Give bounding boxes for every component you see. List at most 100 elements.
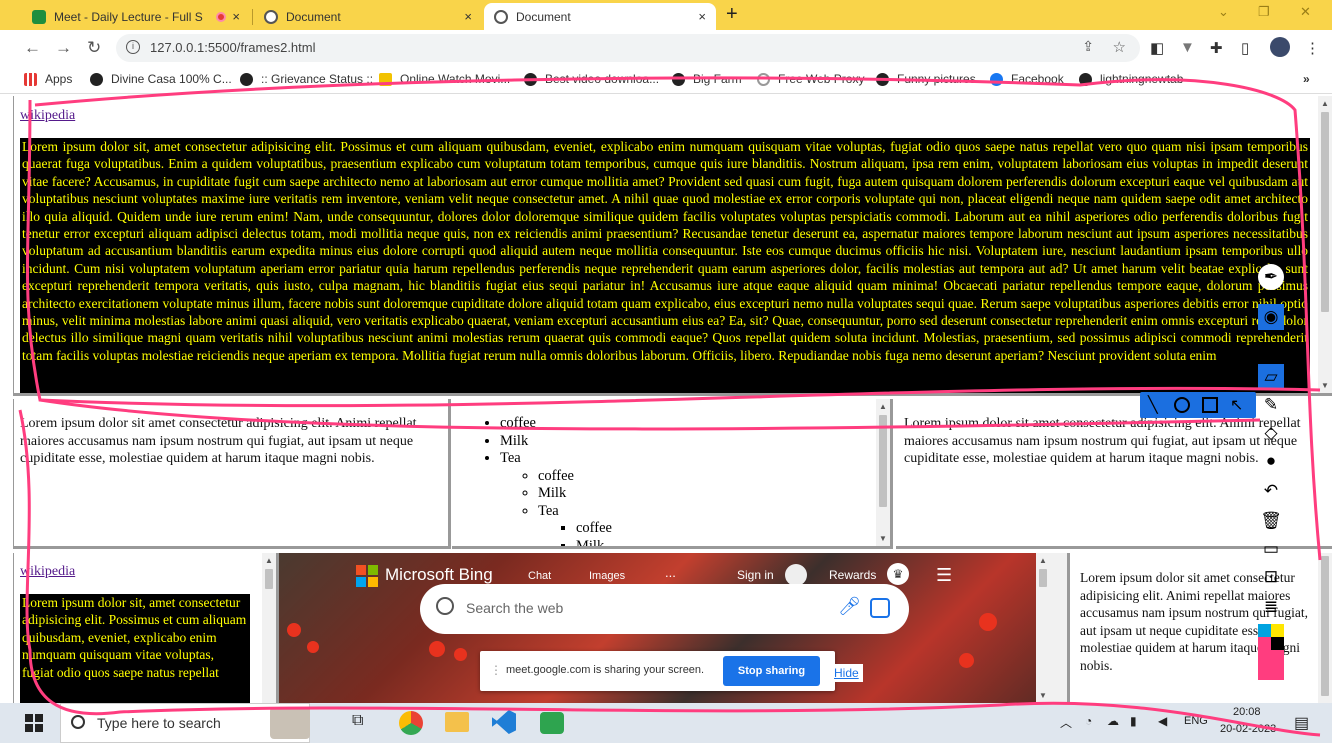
task-view-icon[interactable]: ⧉ <box>352 712 363 730</box>
close-window-icon[interactable]: ✕ <box>1300 4 1311 20</box>
scroll-thumb[interactable] <box>1321 112 1329 312</box>
close-icon[interactable]: × <box>464 9 472 24</box>
cloud-icon[interactable]: ☁ <box>1107 714 1119 728</box>
bookmark-video-downloader[interactable]: Best video downloa... <box>524 72 659 86</box>
scroll-thumb[interactable] <box>879 415 887 507</box>
bing-search-placeholder[interactable]: Search the web <box>466 600 563 616</box>
url-text[interactable]: 127.0.0.1:5500/frames2.html <box>150 40 316 55</box>
bing-sign-in[interactable]: Sign in <box>737 568 774 582</box>
bookmark-apps[interactable]: Apps <box>24 72 72 86</box>
clock-time[interactable]: 20:08 <box>1233 706 1261 718</box>
bing-search-box[interactable]: Search the web 🎤︎ <box>420 584 909 634</box>
line-tool-icon[interactable]: ╲ <box>1148 395 1158 414</box>
user-icon[interactable] <box>785 564 807 586</box>
share-icon[interactable]: ⇪ <box>1082 39 1094 55</box>
undo-icon[interactable]: ↶ <box>1258 478 1284 504</box>
bing-nav-chat[interactable]: Chat <box>528 570 551 582</box>
scrollbar[interactable] <box>1318 553 1332 703</box>
reload-icon[interactable]: ↻ <box>87 38 101 58</box>
wikipedia-link[interactable]: wikipedia <box>20 564 75 579</box>
bookmarks-more-button[interactable]: » <box>1303 72 1310 86</box>
scrollbar[interactable]: ▲ ▼ <box>876 399 890 546</box>
avatar[interactable] <box>1270 37 1290 57</box>
vscode-icon[interactable] <box>492 710 516 734</box>
scroll-down-icon[interactable]: ▼ <box>1321 381 1329 390</box>
notifications-icon[interactable]: ▤ <box>1294 713 1309 733</box>
tab-meet[interactable]: Meet - Daily Lecture - Full S × <box>22 3 250 30</box>
chevron-up-icon[interactable]: ︿ <box>1060 714 1072 731</box>
chevron-down-icon[interactable]: ⌄ <box>1218 4 1229 20</box>
pencil-icon[interactable]: ✎ <box>1258 392 1284 418</box>
eraser-icon[interactable]: ◇ <box>1258 420 1284 446</box>
address-bar[interactable]: i 127.0.0.1:5500/frames2.html ⇪ ☆ <box>116 34 1140 62</box>
trash-icon[interactable]: 🗑︎ <box>1258 508 1284 534</box>
dot-size-icon[interactable]: ● <box>1258 448 1284 474</box>
drag-handle-icon[interactable]: ⋮ <box>490 663 502 677</box>
color-palette[interactable] <box>1258 624 1284 680</box>
maximize-icon[interactable]: ❐ <box>1258 4 1270 20</box>
active-color[interactable] <box>1258 650 1284 680</box>
wikipedia-link[interactable]: wikipedia <box>20 108 75 123</box>
scroll-down-icon[interactable]: ▼ <box>1039 691 1047 700</box>
bing-nav-images[interactable]: Images <box>589 570 625 582</box>
pen-tool-icon[interactable]: ✒ <box>1258 264 1284 290</box>
sidebar-icon[interactable]: ▯ <box>1241 39 1249 57</box>
forward-icon[interactable]: → <box>55 38 72 58</box>
tab-document[interactable]: Document × <box>254 3 482 30</box>
color-swatch[interactable] <box>1271 637 1284 650</box>
close-icon[interactable]: × <box>232 9 240 24</box>
bing-rewards[interactable]: Rewards <box>829 568 876 582</box>
extension-icon[interactable]: ◧ <box>1150 39 1164 57</box>
bookmark-free-web-proxy[interactable]: Free Web Proxy <box>757 72 864 86</box>
scroll-up-icon[interactable]: ▲ <box>1321 99 1329 108</box>
scroll-up-icon[interactable]: ▲ <box>879 402 887 411</box>
circle-tool-icon[interactable] <box>1174 397 1190 413</box>
scroll-up-icon[interactable]: ▲ <box>265 556 273 565</box>
chrome-icon[interactable] <box>399 711 423 735</box>
color-swatch[interactable] <box>1271 624 1284 637</box>
clipboard-icon[interactable]: ≣ <box>1258 594 1284 620</box>
menu-icon[interactable]: ⋮ <box>1305 39 1320 57</box>
rectangle-tool-icon[interactable] <box>1202 397 1218 413</box>
info-icon[interactable]: i <box>126 40 140 54</box>
scroll-down-icon[interactable]: ▼ <box>879 534 887 543</box>
file-explorer-icon[interactable] <box>445 712 469 732</box>
color-swatch[interactable] <box>1258 624 1271 637</box>
visual-search-icon[interactable] <box>870 598 890 618</box>
puzzle-icon[interactable]: ✚ <box>1210 39 1223 57</box>
whiteboard-icon[interactable]: ▭ <box>1258 536 1284 562</box>
news-widget-icon[interactable] <box>270 707 310 739</box>
scrollbar[interactable]: ▲ ▼ <box>1036 553 1050 703</box>
language-indicator[interactable]: ENG <box>1184 715 1208 727</box>
bookmark-grievance[interactable]: :: Grievance Status :: <box>240 72 373 86</box>
app-icon[interactable] <box>540 712 564 734</box>
hide-banner-link[interactable]: Hide <box>830 664 863 682</box>
new-tab-button[interactable]: + <box>726 3 738 26</box>
cursor-icon[interactable]: ⇖ <box>1258 334 1284 360</box>
hamburger-menu-icon[interactable]: ☰ <box>936 565 952 586</box>
bing-brand[interactable]: Microsoft Bing <box>385 565 493 585</box>
taskbar-search-placeholder[interactable]: Type here to search <box>97 715 221 731</box>
marker-icon[interactable]: ▱ <box>1258 364 1284 390</box>
bookmark-movies[interactable]: Online Watch Movi... <box>379 72 510 86</box>
scroll-thumb[interactable] <box>1039 569 1047 587</box>
eye-icon[interactable]: ◉ <box>1258 304 1284 330</box>
bookmark-facebook[interactable]: Facebook <box>990 72 1064 86</box>
bookmark-lightning[interactable]: lightningnewtab <box>1079 72 1183 86</box>
close-icon[interactable]: × <box>698 9 706 24</box>
scrollbar[interactable]: ▲ <box>262 553 276 703</box>
network-icon[interactable]: ◔ <box>1085 714 1092 728</box>
bing-nav-more[interactable]: ... <box>665 565 676 580</box>
clock-date[interactable]: 20-02-2023 <box>1220 723 1276 735</box>
stop-sharing-button[interactable]: Stop sharing <box>723 656 820 686</box>
microphone-icon[interactable]: 🎤︎ <box>838 596 861 617</box>
vue-extension-icon[interactable]: ▼ <box>1180 39 1195 56</box>
star-icon[interactable]: ☆ <box>1113 38 1126 56</box>
bookmark-big-farm[interactable]: Big Farm <box>672 72 742 86</box>
scroll-thumb[interactable] <box>1321 556 1329 696</box>
scrollbar[interactable]: ▲ ▼ <box>1318 96 1332 393</box>
trophy-icon[interactable]: ♛ <box>887 563 909 585</box>
scroll-up-icon[interactable]: ▲ <box>1039 556 1047 565</box>
bookmark-divine-casa[interactable]: Divine Casa 100% C... <box>90 72 232 86</box>
scroll-thumb[interactable] <box>265 569 273 589</box>
